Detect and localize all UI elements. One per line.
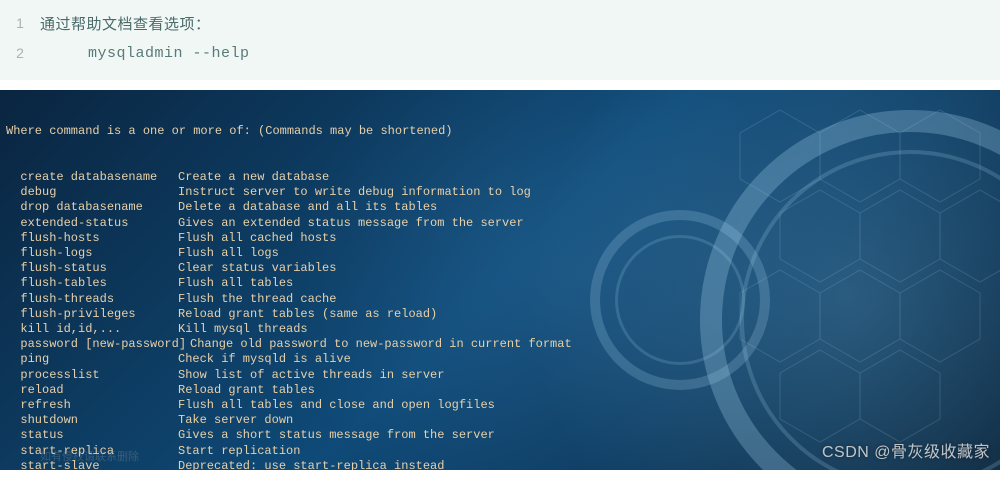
terminal-command: flush-threads (6, 292, 178, 307)
terminal-description: Flush the thread cache (178, 292, 336, 307)
terminal-description: Deprecated: use start-replica instead (178, 459, 444, 470)
terminal-command: drop databasename (6, 200, 178, 215)
line-content: mysqladmin --help (40, 45, 250, 62)
terminal-description: Gives an extended status message from th… (178, 216, 524, 231)
code-block: 1 通过帮助文档查看选项： 2 mysqladmin --help (0, 0, 1000, 80)
line-content: 通过帮助文档查看选项： (40, 13, 211, 34)
terminal-command: refresh (6, 398, 178, 413)
terminal-command: reload (6, 383, 178, 398)
line-number: 2 (0, 45, 40, 61)
terminal-row: drop databasenameDelete a database and a… (6, 200, 994, 215)
terminal-description: Reload grant tables (178, 383, 315, 398)
terminal-description: Kill mysql threads (178, 322, 308, 337)
terminal-row: reloadReload grant tables (6, 383, 994, 398)
terminal-command: debug (6, 185, 178, 200)
terminal-command: shutdown (6, 413, 178, 428)
terminal-command: processlist (6, 368, 178, 383)
terminal-row: extended-statusGives an extended status … (6, 216, 994, 231)
terminal-row: flush-statusClear status variables (6, 261, 994, 276)
terminal-command: extended-status (6, 216, 178, 231)
ghost-overlay-text: 如有侵权请联系删除 (40, 448, 139, 464)
terminal-description: Reload grant tables (same as reload) (178, 307, 437, 322)
terminal-command: flush-status (6, 261, 178, 276)
terminal-row: flush-threadsFlush the thread cache (6, 292, 994, 307)
terminal-description: Flush all cached hosts (178, 231, 336, 246)
terminal-description: Delete a database and all its tables (178, 200, 437, 215)
line-number: 1 (0, 15, 40, 31)
terminal-description: Take server down (178, 413, 293, 428)
terminal-description: Instruct server to write debug informati… (178, 185, 531, 200)
terminal-command: flush-hosts (6, 231, 178, 246)
watermark-text: CSDN @骨灰级收藏家 (822, 438, 990, 462)
terminal-row: refreshFlush all tables and close and op… (6, 398, 994, 413)
terminal-row: shutdownTake server down (6, 413, 994, 428)
terminal-command: flush-privileges (6, 307, 178, 322)
terminal-command: kill id,id,... (6, 322, 178, 337)
terminal-command: password [new-password] (6, 337, 190, 352)
terminal-description: Change old password to new-password in c… (178, 337, 572, 352)
terminal-output: Where command is a one or more of: (Comm… (0, 90, 1000, 470)
terminal-description: Flush all tables (178, 276, 293, 291)
terminal-row: kill id,id,...Kill mysql threads (6, 322, 994, 337)
terminal-row: create databasenameCreate a new database (6, 170, 994, 185)
terminal-row: flush-hostsFlush all cached hosts (6, 231, 994, 246)
terminal-description: Flush all tables and close and open logf… (178, 398, 495, 413)
terminal-command: status (6, 428, 178, 443)
terminal-command: ping (6, 352, 178, 367)
terminal-row: debugInstruct server to write debug info… (6, 185, 994, 200)
terminal-command: flush-tables (6, 276, 178, 291)
terminal-command: flush-logs (6, 246, 178, 261)
terminal-row: pingCheck if mysqld is alive (6, 352, 994, 367)
terminal-row: processlistShow list of active threads i… (6, 368, 994, 383)
terminal-command: create databasename (6, 170, 178, 185)
terminal-description: Clear status variables (178, 261, 336, 276)
terminal-description: Flush all logs (178, 246, 279, 261)
terminal-description: Gives a short status message from the se… (178, 428, 495, 443)
terminal-description: Show list of active threads in server (178, 368, 444, 383)
terminal-screenshot: Where command is a one or more of: (Comm… (0, 90, 1000, 470)
code-line-1: 1 通过帮助文档查看选项： (0, 8, 1000, 38)
terminal-row: flush-logsFlush all logs (6, 246, 994, 261)
terminal-description: Check if mysqld is alive (178, 352, 351, 367)
terminal-row: flush-tablesFlush all tables (6, 276, 994, 291)
terminal-header-line: Where command is a one or more of: (Comm… (6, 124, 994, 139)
code-line-2: 2 mysqladmin --help (0, 38, 1000, 68)
terminal-description: Start replication (178, 444, 300, 459)
terminal-row: password [new-password]Change old passwo… (6, 337, 994, 352)
terminal-description: Create a new database (178, 170, 329, 185)
terminal-row: flush-privilegesReload grant tables (sam… (6, 307, 994, 322)
